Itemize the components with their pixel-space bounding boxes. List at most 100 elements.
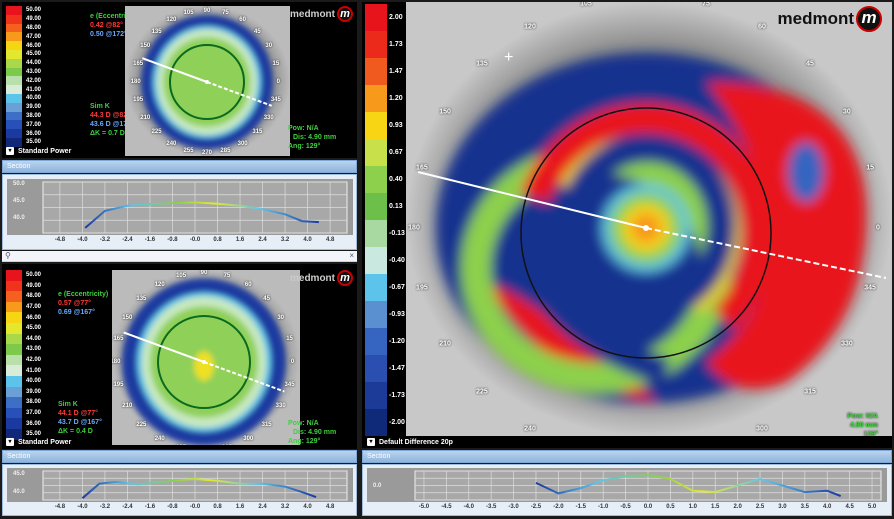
scale-swatch xyxy=(365,166,387,193)
scale-swatch xyxy=(365,301,387,328)
angle-label: 90 xyxy=(200,270,208,277)
map-type-selector[interactable]: ▾ Standard Power xyxy=(6,438,71,446)
scale-value: -1.20 xyxy=(389,338,405,345)
center-marker xyxy=(205,80,209,84)
pow-readout: Pow: N/A xyxy=(288,125,319,132)
scale-swatch xyxy=(365,382,387,409)
angle-label: 315 xyxy=(804,388,816,396)
angle-label: 30 xyxy=(277,314,285,321)
scale-value: 43.00 xyxy=(26,68,42,75)
section-chart[interactable]: 45.0 40.0 xyxy=(7,468,353,502)
dropdown-icon[interactable]: ▾ xyxy=(6,438,14,446)
medmont-logo: medmont m xyxy=(778,6,882,32)
scale-swatch xyxy=(365,247,387,274)
scale-row: 1.47 xyxy=(365,58,405,85)
angle-label: 180 xyxy=(130,79,141,85)
scale-value: 1.73 xyxy=(389,41,403,48)
bottom-map-panel: 50.00 49.00 48.00 47.00 46.00 45.00 44.00 43.00… xyxy=(2,264,357,449)
x-tick-label: 3.5 xyxy=(800,504,809,510)
scale-value: 49.00 xyxy=(26,282,42,289)
x-tick-label: -3.2 xyxy=(99,504,111,510)
x-tick-label: -0.0 xyxy=(189,237,201,243)
scale-swatch xyxy=(365,31,387,58)
scale-row: 42.00 xyxy=(6,354,48,366)
scale-value: 41.00 xyxy=(26,367,42,374)
scale-value: -0.67 xyxy=(389,284,405,291)
x-tick-label: -0.8 xyxy=(167,504,178,510)
scale-swatch xyxy=(365,58,387,85)
x-tick-label: 0.8 xyxy=(213,504,222,510)
angle-label: 45 xyxy=(254,28,261,35)
scale-value: 39.00 xyxy=(26,104,42,111)
scale-value: -1.47 xyxy=(389,365,405,372)
ang-readout: Ang: 129° xyxy=(288,143,321,150)
simk-value-2: 43.7 D @167° xyxy=(58,419,102,426)
ang-readout: Ang: 129° xyxy=(288,438,321,445)
scale-swatch xyxy=(6,49,22,59)
scale-row: -2.00 xyxy=(365,409,405,436)
x-tick-label: -3.0 xyxy=(508,504,519,510)
scale-row: 45.00 xyxy=(6,49,48,59)
angle-label: 120 xyxy=(166,17,177,24)
scale-row: 1.20 xyxy=(365,85,405,112)
angle-label: 210 xyxy=(140,114,151,121)
scale-row: 48.00 xyxy=(6,291,48,302)
scale-value: 44.00 xyxy=(26,60,42,67)
scale-swatch xyxy=(365,4,387,31)
scale-swatch xyxy=(6,333,22,345)
angle-label: 300 xyxy=(237,140,248,147)
scale-value: -0.40 xyxy=(389,257,405,264)
angle-label: 105 xyxy=(580,2,592,8)
dropdown-icon[interactable]: ▾ xyxy=(367,438,375,446)
x-tick-label: 2.4 xyxy=(258,237,267,243)
x-tick-label: -4.0 xyxy=(463,504,474,510)
scale-value: 35.00 xyxy=(26,431,42,438)
angle-label: 75 xyxy=(223,273,231,280)
x-tick-label: -1.6 xyxy=(144,504,156,510)
x-tick-label: -2.0 xyxy=(553,504,564,510)
x-tick-label: 2.4 xyxy=(258,504,267,510)
section-header: Section xyxy=(2,450,357,463)
eccentricity-value-2: 0.69 @167° xyxy=(58,309,95,316)
close-button[interactable]: × xyxy=(349,251,354,260)
section-chart[interactable]: 50.0 45.0 40.0 xyxy=(7,179,353,235)
scale-swatch xyxy=(6,397,22,408)
scale-row: 46.00 xyxy=(6,41,48,50)
scale-row: 50.00 xyxy=(6,6,48,15)
scale-value: -2.00 xyxy=(389,419,405,426)
angle-label: 15 xyxy=(272,60,280,67)
angle-label: 165 xyxy=(416,164,428,172)
dropdown-icon[interactable]: ▾ xyxy=(6,147,14,155)
difference-map-image[interactable]: +901057512060135451503016515180019534521… xyxy=(406,2,892,436)
angle-label: 150 xyxy=(140,43,151,50)
scale-row: 1.73 xyxy=(365,31,405,58)
map-type-selector[interactable]: ▾ Default Difference 20p xyxy=(365,437,457,447)
y-tick-label: 40.0 xyxy=(13,215,25,222)
angle-label: 315 xyxy=(252,129,263,136)
angle-label: 240 xyxy=(166,140,177,147)
section-chart[interactable]: 0.0 xyxy=(367,468,887,502)
angle-label: 225 xyxy=(136,421,147,428)
scale-value: 49.00 xyxy=(26,16,42,23)
scale-row: 0.13 xyxy=(365,193,405,220)
scale-swatch xyxy=(6,407,22,419)
scale-swatch xyxy=(365,112,387,139)
ang-readout: 129° xyxy=(863,431,878,438)
corneal-map-image[interactable]: 90 105 75 120 60 135 45 150 30 165 15 180 0 195 345 210… xyxy=(125,6,290,156)
map-type-selector[interactable]: ▾ Standard Power xyxy=(6,147,71,155)
scale-row: 0.40 xyxy=(365,166,405,193)
angle-label: 120 xyxy=(154,282,165,289)
angle-label: 300 xyxy=(756,425,768,433)
scale-swatch xyxy=(6,41,22,50)
x-tick-label: -0.0 xyxy=(189,504,201,510)
scale-value: 45.00 xyxy=(26,325,42,332)
scale-value: -0.93 xyxy=(389,311,405,318)
angle-label: 60 xyxy=(239,17,246,24)
scale-row: 47.00 xyxy=(6,32,48,42)
pin-icon[interactable]: ⚲ xyxy=(5,251,11,260)
angle-label: 225 xyxy=(476,388,488,396)
corneal-map-image[interactable]: 90 105 75 120 60 135 45 150 30 165 15 180 0 195 345 210… xyxy=(112,270,300,445)
scale-row: 38.00 xyxy=(6,111,48,121)
scale-row: -0.93 xyxy=(365,301,405,328)
scale-row: 39.00 xyxy=(6,386,48,398)
